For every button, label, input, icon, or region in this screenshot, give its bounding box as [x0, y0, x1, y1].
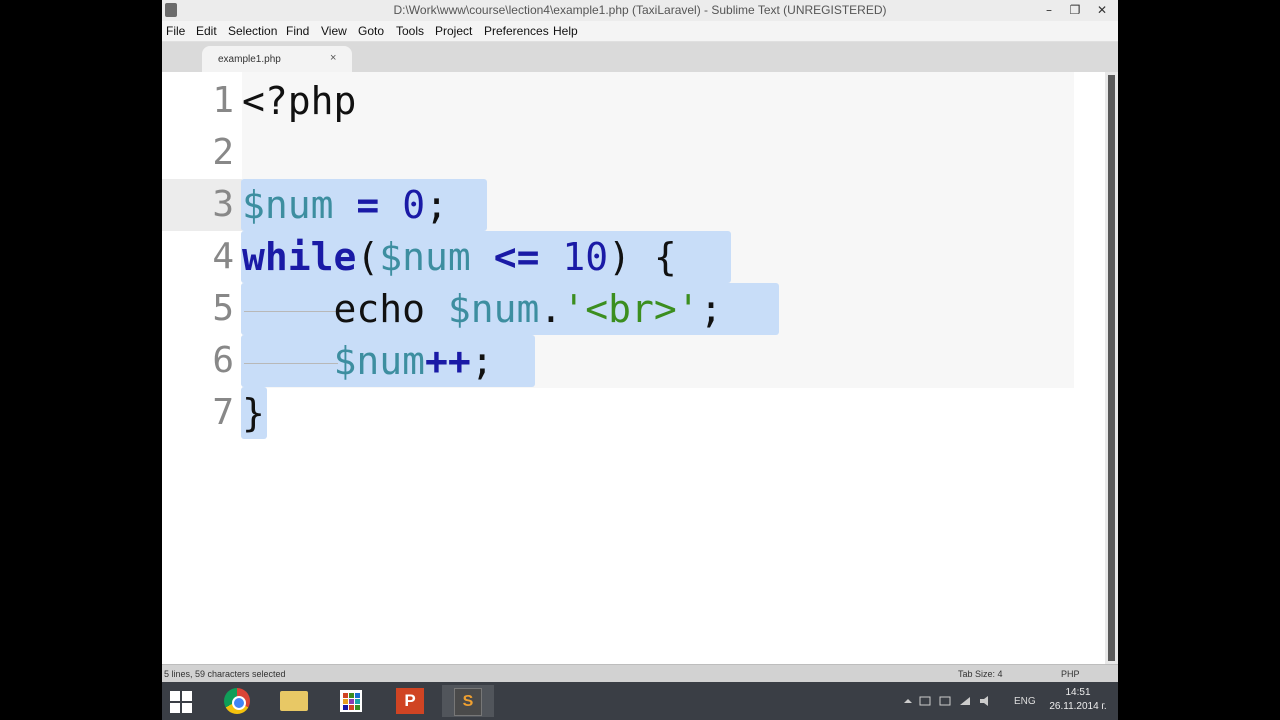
taskbar-chrome[interactable]	[212, 685, 264, 717]
taskbar-explorer[interactable]	[268, 685, 320, 717]
line-number: 1	[212, 80, 234, 121]
apps-grid-icon	[340, 690, 362, 712]
code-token: while	[242, 235, 357, 279]
minimap[interactable]	[1074, 149, 1092, 159]
code-line[interactable]: while($num <= 10) {	[242, 231, 677, 283]
title-bar: D:\Work\www\course\lection4\example1.php…	[162, 0, 1118, 21]
menu-help[interactable]: Help	[553, 24, 578, 38]
syntax-indicator[interactable]: PHP	[1061, 669, 1080, 679]
code-token: ;	[425, 183, 448, 227]
code-token: (	[356, 235, 380, 279]
start-button[interactable]	[162, 685, 214, 717]
system-tray-icons[interactable]	[902, 694, 1002, 720]
taskbar-sublime[interactable]: S	[442, 685, 494, 717]
line-number: 3	[212, 184, 234, 225]
code-token: $num	[447, 287, 540, 331]
code-editor[interactable]: 1 2 3 4 5 6 7 <?php $num = 0; while($num <…	[162, 72, 1105, 664]
code-token: }	[242, 391, 265, 435]
scrollbar-thumb[interactable]	[1108, 75, 1115, 661]
code-line[interactable]: }	[242, 387, 265, 439]
code-token: ) {	[608, 235, 677, 279]
clock[interactable]: 14:51 26.11.2014 г.	[1042, 686, 1114, 720]
folder-icon	[280, 691, 308, 711]
vertical-scrollbar[interactable]	[1105, 72, 1118, 664]
menu-view[interactable]: View	[321, 24, 347, 38]
close-window-button[interactable]: ✕	[1086, 0, 1118, 21]
monitor-icon	[939, 696, 951, 706]
line-number: 7	[212, 392, 234, 433]
code-line[interactable]: $num = 0;	[242, 179, 448, 231]
tab-label: example1.php	[218, 54, 281, 65]
menu-file[interactable]: File	[166, 24, 185, 38]
code-token: ;	[699, 287, 723, 331]
powerpoint-icon: P	[396, 688, 424, 714]
code-token: '<br>'	[562, 287, 700, 331]
selection-status: 5 lines, 59 characters selected	[164, 669, 286, 679]
menu-edit[interactable]: Edit	[196, 24, 217, 38]
menu-find[interactable]: Find	[286, 24, 309, 38]
line-number: 5	[212, 288, 234, 329]
network-icon	[960, 697, 970, 705]
code-token: =	[356, 183, 380, 227]
menu-tools[interactable]: Tools	[396, 24, 424, 38]
tab-size-indicator[interactable]: Tab Size: 4	[958, 669, 1003, 679]
code-line[interactable]: <?php	[242, 75, 356, 127]
code-token: ++	[425, 339, 471, 383]
code-line[interactable]: echo $num.'<br>';	[242, 283, 723, 335]
taskbar-powerpoint[interactable]: P	[384, 685, 436, 717]
tab-example1-php[interactable]: example1.php ×	[202, 46, 352, 72]
menu-goto[interactable]: Goto	[358, 24, 384, 38]
windows-taskbar: P S ENG 14:51 26.11.2014 г.	[162, 682, 1118, 720]
line-number: 2	[212, 132, 234, 173]
code-token: ;	[470, 339, 494, 383]
menu-selection[interactable]: Selection	[228, 24, 277, 38]
menu-bar: File Edit Selection Find View Goto Tools…	[162, 21, 1118, 42]
sublime-text-icon: S	[454, 688, 482, 716]
line-number: 6	[212, 340, 234, 381]
code-line[interactable]: $num++;	[242, 335, 494, 387]
code-token: $num	[242, 183, 334, 227]
clock-time: 14:51	[1065, 687, 1091, 698]
tray-icons	[904, 696, 988, 706]
menu-preferences[interactable]: Preferences	[484, 24, 549, 38]
window-title: D:\Work\www\course\lection4\example1.php…	[393, 3, 887, 17]
menu-project[interactable]: Project	[435, 24, 472, 38]
code-token: .	[539, 287, 563, 331]
tab-strip: example1.php ×	[162, 42, 1118, 72]
line-number: 4	[212, 236, 234, 277]
chrome-icon	[224, 688, 250, 714]
flag-icon	[919, 696, 931, 706]
code-token: echo	[333, 287, 426, 331]
taskbar-apps[interactable]	[326, 685, 378, 717]
windows-logo-icon	[170, 691, 194, 715]
clock-date: 26.11.2014 г.	[1049, 701, 1107, 712]
code-token: <=	[493, 235, 540, 279]
code-token: $num	[379, 235, 471, 279]
show-hidden-icon	[904, 699, 912, 703]
volume-icon	[980, 696, 988, 706]
code-token: 10	[562, 235, 609, 279]
tab-close-icon[interactable]: ×	[330, 52, 336, 64]
code-token: 0	[402, 183, 426, 227]
code-token: $num	[333, 339, 426, 383]
sublime-text-window: D:\Work\www\course\lection4\example1.php…	[162, 0, 1118, 720]
status-bar: 5 lines, 59 characters selected Tab Size…	[162, 664, 1118, 683]
code-token: <?php	[242, 79, 357, 123]
language-indicator[interactable]: ENG	[1014, 696, 1036, 720]
